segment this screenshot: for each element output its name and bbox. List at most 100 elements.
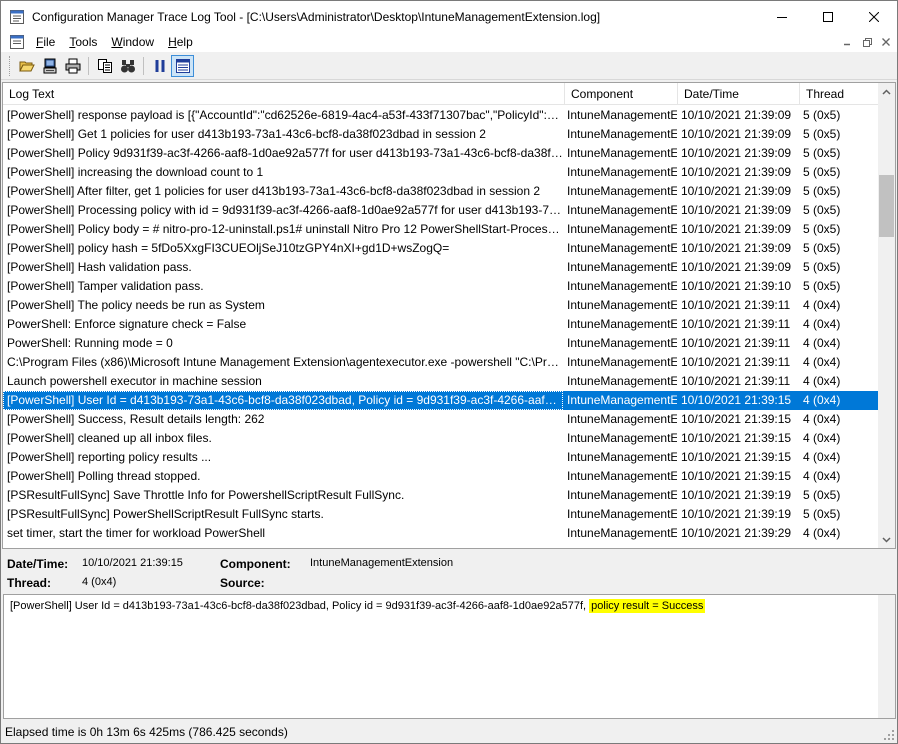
copy-button[interactable] — [93, 55, 116, 77]
datetime-cell: 10/10/2021 21:39:09 — [681, 127, 792, 141]
datetime-cell: 10/10/2021 21:39:19 — [681, 507, 792, 521]
child-minimize-button[interactable] — [839, 34, 855, 50]
toolbar-separator — [143, 57, 144, 75]
menu-file[interactable]: File — [29, 35, 62, 49]
log-row[interactable]: [PowerShell] policy hash = 5fDo5XxgFI3CU… — [3, 239, 880, 258]
pause-button[interactable] — [148, 55, 171, 77]
thread-cell: 4 (0x4) — [803, 450, 841, 464]
thread-cell: 5 (0x5) — [803, 222, 841, 236]
open-folder-icon — [18, 61, 35, 72]
log-text-cell: [PowerShell] reporting policy results ..… — [7, 450, 212, 464]
log-row[interactable]: [PSResultFullSync] Save Throttle Info fo… — [3, 486, 880, 505]
log-row[interactable]: [PowerShell] response payload is [{"Acco… — [3, 106, 880, 125]
log-text-cell: Launch powershell executor in machine se… — [7, 374, 262, 388]
log-text-cell: [PowerShell] Get 1 policies for user d41… — [7, 127, 486, 141]
application-window: Configuration Manager Trace Log Tool - [… — [0, 0, 898, 744]
datetime-cell: 10/10/2021 21:39:19 — [681, 488, 792, 502]
log-row[interactable]: [PowerShell] cleaned up all inbox files.… — [3, 429, 880, 448]
log-text-cell: [PowerShell] Policy body = # nitro-pro-1… — [7, 222, 563, 236]
component-cell: IntuneManagementExtension — [567, 526, 677, 540]
log-row[interactable]: [PSResultFullSync] PowerShellScriptResul… — [3, 505, 880, 524]
column-header-thread[interactable]: Thread — [800, 83, 880, 105]
toolbar-grip[interactable] — [9, 56, 12, 76]
resize-grip-icon[interactable] — [883, 729, 895, 741]
log-row[interactable]: [PowerShell] Polling thread stopped. Intu… — [3, 467, 880, 486]
log-text-cell: [PSResultFullSync] Save Throttle Info fo… — [7, 488, 405, 502]
open-button[interactable] — [15, 55, 38, 77]
thread-cell: 5 (0x5) — [803, 488, 841, 502]
window-title: Configuration Manager Trace Log Tool - [… — [32, 9, 601, 24]
menu-window[interactable]: Window — [104, 35, 161, 49]
find-button[interactable] — [116, 55, 139, 77]
log-text-cell: [PSResultFullSync] PowerShellScriptResul… — [7, 507, 324, 521]
log-row[interactable]: Launch powershell executor in machine se… — [3, 372, 880, 391]
log-text-cell: [PowerShell] Success, Result details len… — [7, 412, 265, 426]
menu-help[interactable]: Help — [161, 35, 200, 49]
print-button[interactable] — [61, 55, 84, 77]
column-header-datetime[interactable]: Date/Time — [678, 83, 800, 105]
component-cell: IntuneManagementExtension — [567, 165, 677, 179]
thread-value: 4 (0x4) — [82, 576, 117, 588]
maximize-icon — [823, 11, 833, 22]
log-row[interactable]: [PowerShell] The policy needs be run as … — [3, 296, 880, 315]
component-cell: IntuneManagementExtension — [567, 488, 677, 502]
component-cell: IntuneManagementExtension — [567, 184, 677, 198]
log-row[interactable]: [PowerShell] Policy body = # nitro-pro-1… — [3, 220, 880, 239]
datetime-cell: 10/10/2021 21:39:11 — [681, 374, 791, 388]
datetime-label: Date/Time: — [7, 557, 69, 571]
close-button[interactable] — [851, 1, 897, 32]
log-text-cell: [PowerShell] policy hash = 5fDo5XxgFI3CU… — [7, 241, 450, 255]
log-row-selected[interactable]: [PowerShell] User Id = d413b193-73a1-43c… — [3, 391, 880, 410]
close-icon — [869, 11, 879, 22]
datetime-cell: 10/10/2021 21:39:09 — [681, 222, 792, 236]
message-vertical-scrollbar[interactable] — [878, 595, 895, 718]
log-text-cell: [PowerShell] cleaned up all inbox files. — [7, 431, 212, 445]
child-close-button[interactable] — [878, 34, 894, 50]
log-row[interactable]: set timer, start the timer for workload … — [3, 524, 880, 543]
component-cell: IntuneManagementExtension — [567, 222, 677, 236]
column-header-log-text[interactable]: Log Text — [3, 83, 565, 105]
title-bar[interactable]: Configuration Manager Trace Log Tool - [… — [1, 1, 897, 32]
log-row[interactable]: C:\Program Files (x86)\Microsoft Intune … — [3, 353, 880, 372]
scroll-down-button[interactable] — [878, 531, 895, 548]
log-list-vertical-scrollbar[interactable] — [878, 83, 895, 548]
log-row[interactable]: [PowerShell] Hash validation pass. Intune… — [3, 258, 880, 277]
thread-cell: 5 (0x5) — [803, 203, 841, 217]
child-restore-button[interactable] — [859, 34, 875, 50]
log-row[interactable]: PowerShell: Enforce signature check = Fa… — [3, 315, 880, 334]
log-text-cell: PowerShell: Enforce signature check = Fa… — [7, 317, 247, 331]
datetime-cell: 10/10/2021 21:39:15 — [681, 412, 792, 426]
datetime-cell: 10/10/2021 21:39:09 — [681, 241, 792, 255]
log-row[interactable]: [PowerShell] increasing the download cou… — [3, 163, 880, 182]
log-row[interactable]: [PowerShell] Processing policy with id =… — [3, 201, 880, 220]
log-row[interactable]: [PowerShell] Policy 9d931f39-ac3f-4266-a… — [3, 144, 880, 163]
scroll-up-button[interactable] — [878, 83, 895, 100]
open-on-server-button[interactable] — [38, 55, 61, 77]
document-window-icon[interactable] — [9, 34, 25, 50]
datetime-cell: 10/10/2021 21:39:09 — [681, 203, 792, 217]
log-row[interactable]: PowerShell: Running mode = 0 IntuneManage… — [3, 334, 880, 353]
minimize-icon — [777, 16, 787, 18]
maximize-button[interactable] — [805, 1, 851, 32]
component-cell: IntuneManagementExtension — [567, 412, 677, 426]
column-header-component[interactable]: Component — [565, 83, 678, 105]
menu-tools[interactable]: Tools — [62, 35, 104, 49]
log-row[interactable]: [PowerShell] Tamper validation pass. Intu… — [3, 277, 880, 296]
datetime-cell: 10/10/2021 21:39:09 — [681, 108, 792, 122]
component-cell: IntuneManagementExtension — [567, 260, 677, 274]
log-row[interactable]: [PowerShell] Get 1 policies for user d41… — [3, 125, 880, 144]
log-row[interactable]: [PowerShell] reporting policy results ..… — [3, 448, 880, 467]
log-row[interactable]: [PowerShell] After filter, get 1 policie… — [3, 182, 880, 201]
preview-pane-button[interactable] — [171, 55, 194, 77]
log-list-view[interactable]: Log Text Component Date/Time Thread [Pow… — [2, 82, 896, 549]
minimize-button[interactable] — [759, 1, 805, 32]
scrollbar-thumb[interactable] — [879, 175, 894, 237]
thread-cell: 5 (0x5) — [803, 165, 841, 179]
log-message-textbox[interactable]: [PowerShell] User Id = d413b193-73a1-43c… — [3, 594, 896, 719]
thread-cell: 4 (0x4) — [803, 374, 841, 388]
component-cell: IntuneManagementExtension — [567, 469, 677, 483]
log-row[interactable]: [PowerShell] Success, Result details len… — [3, 410, 880, 429]
component-label: Component: — [220, 557, 291, 571]
thread-cell: 5 (0x5) — [803, 260, 841, 274]
thread-cell: 4 (0x4) — [803, 355, 841, 369]
